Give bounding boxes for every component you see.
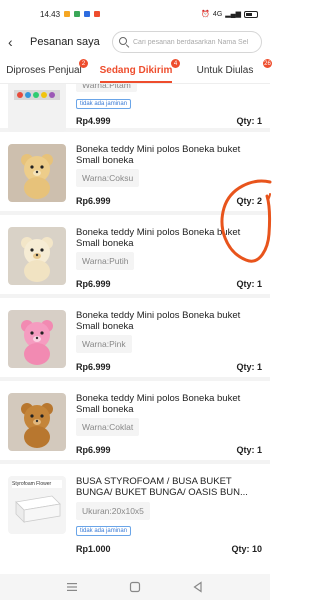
product-thumbnail: Styrofoam Flower xyxy=(8,476,66,534)
tab-diproses-penjual[interactable]: Diproses Penjual 2 xyxy=(0,58,92,83)
product-thumbnail xyxy=(8,310,66,368)
order-item[interactable]: Styrofoam Flower BUSA STYROFOAM / BUSA B… xyxy=(0,464,270,574)
product-name: Boneka teddy Mini polos Boneka buket Sma… xyxy=(76,310,241,332)
item-price: Rp1.000 xyxy=(76,544,111,554)
product-name: Boneka teddy Mini polos Boneka buket Sma… xyxy=(76,393,241,415)
item-price: Rp6.999 xyxy=(76,445,111,455)
product-thumbnail xyxy=(8,84,66,132)
item-price: Rp6.999 xyxy=(76,362,111,372)
no-guarantee-badge: tidak ada jaminan xyxy=(76,526,132,536)
back-arrow-icon[interactable]: ‹ xyxy=(8,34,26,50)
thumbnail-label: Styrofoam Flower xyxy=(12,481,52,487)
item-qty: Qty: 2 xyxy=(236,196,262,206)
header: ‹ Pesanan saya Cari pesanan berdasarkan … xyxy=(0,28,270,56)
item-price: Rp6.999 xyxy=(76,279,111,289)
item-qty: Qty: 1 xyxy=(236,279,262,289)
tab-count-badge: 2 xyxy=(79,59,88,68)
search-input[interactable]: Cari pesanan berdasarkan Nama Sel xyxy=(112,31,262,53)
tab-untuk-diulas[interactable]: Untuk Diulas 26 xyxy=(180,58,272,83)
order-item[interactable]: Warna:Pitam tidak ada jaminan Rp4.999 Qt… xyxy=(0,84,270,132)
order-item[interactable]: Boneka teddy Mini polos Boneka buket Sma… xyxy=(0,132,270,215)
variant-label: Warna:Pitam xyxy=(76,84,137,92)
item-qty: Qty: 1 xyxy=(236,116,262,126)
notification-icon xyxy=(64,11,71,17)
status-bar: 14.43 ⏰ 4G ▂▄▆ xyxy=(0,0,270,28)
order-item[interactable]: Boneka teddy Mini polos Boneka buket Sma… xyxy=(0,298,270,381)
product-name: Boneka teddy Mini polos Boneka buket Sma… xyxy=(76,144,241,166)
tab-label: Diproses Penjual xyxy=(6,65,82,76)
variant-label: Warna:Putih xyxy=(76,252,135,270)
variant-label: Warna:Coksu xyxy=(76,169,140,187)
order-list: Warna:Pitam tidak ada jaminan Rp4.999 Qt… xyxy=(0,84,270,574)
item-qty: Qty: 10 xyxy=(231,544,262,554)
status-time: 14.43 xyxy=(40,9,61,19)
order-tabs: Diproses Penjual 2 Sedang Dikirim 4 Untu… xyxy=(0,58,272,84)
variant-label: Ukuran:20x10x5 xyxy=(76,502,150,520)
tab-label: Sedang Dikirim xyxy=(99,65,173,76)
item-price: Rp6.999 xyxy=(76,196,111,206)
variant-label: Warna:Coklat xyxy=(76,418,140,436)
product-thumbnail xyxy=(8,227,66,285)
alarm-icon: ⏰ xyxy=(201,11,210,18)
tab-count-badge: 26 xyxy=(263,59,272,68)
order-item[interactable]: Boneka teddy Mini polos Boneka buket Sma… xyxy=(0,215,270,298)
menu-icon[interactable] xyxy=(65,580,79,594)
product-name: Boneka teddy Mini polos Boneka buket Sma… xyxy=(76,227,241,249)
back-icon[interactable] xyxy=(191,580,205,594)
search-placeholder: Cari pesanan berdasarkan Nama Sel xyxy=(133,38,249,46)
product-thumbnail xyxy=(8,393,66,451)
item-qty: Qty: 1 xyxy=(236,445,262,455)
tab-sedang-dikirim[interactable]: Sedang Dikirim 4 xyxy=(92,58,180,83)
product-thumbnail xyxy=(8,144,66,202)
page-title: Pesanan saya xyxy=(30,36,100,48)
item-price: Rp4.999 xyxy=(76,116,111,126)
tab-label: Untuk Diulas xyxy=(196,65,254,76)
product-name: BUSA STYROFOAM / BUSA BUKET BUNGA/ BUKET… xyxy=(76,476,248,498)
system-navbar xyxy=(0,574,270,600)
no-guarantee-badge: tidak ada jaminan xyxy=(76,99,132,109)
battery-icon xyxy=(244,10,258,18)
app-icon xyxy=(94,11,101,17)
search-icon xyxy=(119,37,129,47)
order-item[interactable]: Boneka teddy Mini polos Boneka buket Sma… xyxy=(0,381,270,464)
item-qty: Qty: 1 xyxy=(236,362,262,372)
app-icon xyxy=(84,11,91,17)
network-label: 4G xyxy=(212,10,223,18)
home-icon[interactable] xyxy=(128,580,142,594)
app-icon xyxy=(74,11,81,17)
variant-label: Warna:Pink xyxy=(76,335,132,353)
tab-count-badge: 4 xyxy=(171,59,180,68)
signal-icon: ▂▄▆ xyxy=(225,11,241,18)
